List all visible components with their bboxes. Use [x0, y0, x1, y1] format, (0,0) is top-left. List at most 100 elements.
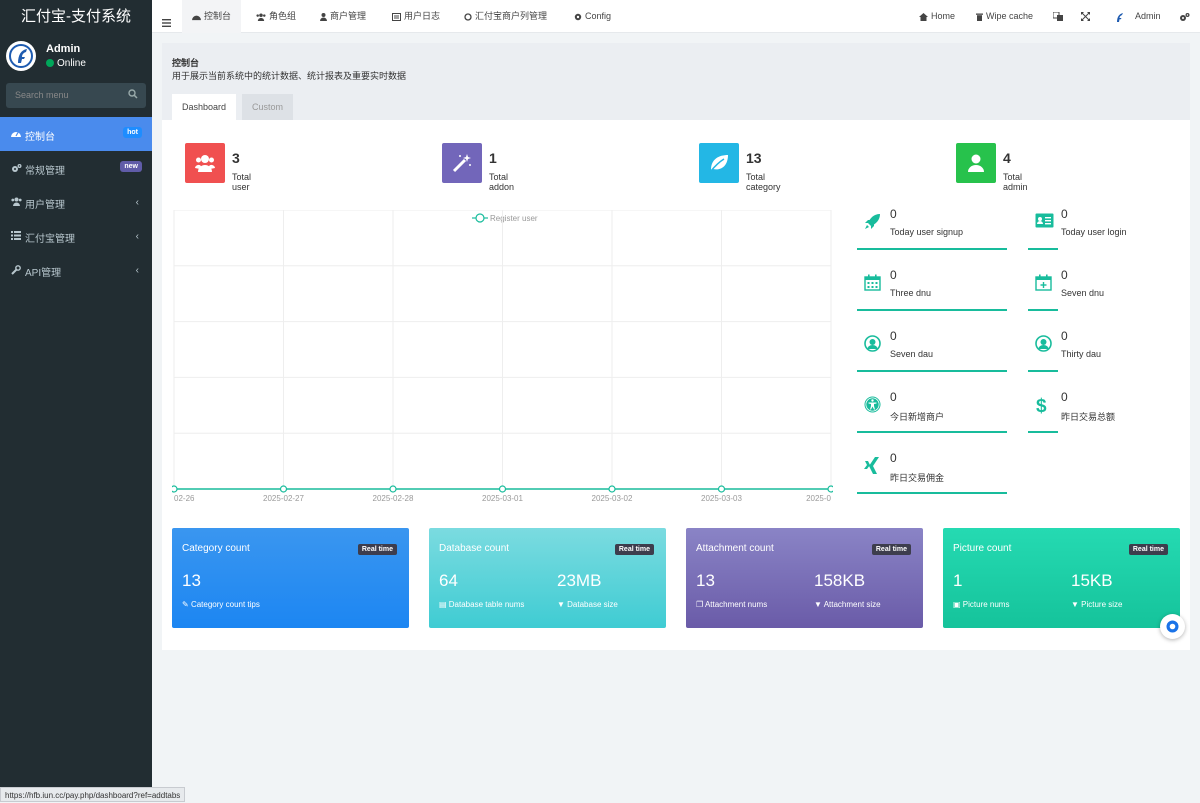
- mini-stat-new-merchants: 0 今日新增商户: [857, 388, 1007, 433]
- card-subtitle-text: Attachment nums: [704, 600, 768, 609]
- tab-user-log[interactable]: 用户日志: [392, 0, 440, 33]
- sidebar-item-general[interactable]: 常规管理 new: [0, 151, 152, 185]
- tab-dashboard-panel[interactable]: Dashboard: [172, 94, 237, 120]
- avatar[interactable]: [6, 41, 36, 71]
- sidebar-item-dashboard[interactable]: 控制台 hot: [0, 117, 152, 151]
- mini-stat-label: Three dnu: [890, 288, 932, 298]
- fullscreen-button[interactable]: [1081, 0, 1093, 33]
- language-button[interactable]: [1053, 0, 1066, 33]
- floating-chat-button[interactable]: [1160, 614, 1185, 639]
- data-point: [279, 485, 288, 493]
- universal-access-icon: [864, 396, 881, 413]
- stat-value: 1: [489, 150, 497, 166]
- search-icon[interactable]: [128, 89, 138, 99]
- tab-dashboard[interactable]: 控制台: [182, 0, 242, 33]
- tab-label: 控制台: [204, 11, 232, 21]
- card-title: Category count: [182, 543, 250, 554]
- mini-stat-today-login: 0 Today user login: [1028, 205, 1178, 250]
- mini-stat-label: 昨日交易佣金: [890, 473, 945, 483]
- vcard-icon: [1035, 213, 1054, 228]
- users-icon: [195, 155, 215, 172]
- chart-grid: [173, 210, 832, 490]
- card-subtitle-text: Category count tips: [190, 600, 260, 609]
- topbar: 控制台 角色组 商户管理 用户日志 汇付宝商户列管理 Config Home W…: [152, 0, 1200, 33]
- card-value: 1: [953, 571, 963, 590]
- mini-stat-label: 昨日交易总额: [1061, 412, 1116, 422]
- dollar-icon: $: [1035, 396, 1049, 415]
- admin-menu[interactable]: Admin: [1112, 0, 1161, 33]
- x-tick-label: 2025-03-03: [701, 494, 742, 503]
- mini-stat-three-dnu: 0 Three dnu: [857, 266, 1007, 311]
- tab-custom-panel[interactable]: Custom: [242, 94, 294, 120]
- circle-o-icon: [464, 12, 472, 21]
- files-icon: ❐: [696, 600, 705, 609]
- admin-name: Admin: [1135, 11, 1161, 21]
- rocket-icon: [864, 213, 881, 230]
- card-value-secondary: 15KB: [1071, 571, 1113, 590]
- menu-toggle-button[interactable]: [162, 0, 174, 33]
- dashboard-icon: [11, 129, 21, 138]
- dashboard-icon: [192, 13, 201, 21]
- card-subtitle-text: Picture size: [1081, 600, 1123, 609]
- sidebar-menu: 控制台 hot 常规管理 new 用户管理 ‹ 汇付宝管理 ‹ API管理 ‹: [0, 117, 152, 287]
- stat-icon-box: [956, 143, 996, 183]
- x-tick-label: 2025-03-02: [592, 494, 633, 503]
- chart-legend[interactable]: Register user: [472, 213, 538, 223]
- list-alt-icon: [392, 12, 401, 21]
- leaf-icon: [709, 155, 728, 173]
- card-value: 13: [696, 571, 715, 590]
- page-title: 控制台: [172, 58, 200, 68]
- svg-text:$: $: [1036, 396, 1047, 415]
- wrench-icon: [11, 265, 21, 275]
- sidebar-item-hfb[interactable]: 汇付宝管理 ‹: [0, 219, 152, 253]
- mini-stat-label: Today user login: [1061, 227, 1127, 237]
- magic-icon: ✎: [182, 600, 191, 609]
- mini-stat-label: Seven dau: [890, 349, 934, 359]
- realtime-badge: Real time: [1128, 544, 1168, 555]
- tab-roles[interactable]: 角色组: [256, 0, 296, 33]
- app-logo[interactable]: 汇付宝-支付系统: [0, 0, 152, 33]
- home-icon: [919, 12, 928, 21]
- filter-icon: ▼: [814, 600, 824, 609]
- users-icon: [11, 197, 22, 206]
- home-link[interactable]: Home: [919, 0, 955, 33]
- sidebar-item-users[interactable]: 用户管理 ‹: [0, 185, 152, 219]
- language-icon: [1053, 12, 1063, 22]
- card-subtitle-text: Database table nums: [448, 600, 525, 609]
- home-label: Home: [931, 11, 956, 21]
- x-tick-label: 2025-0: [806, 494, 831, 503]
- wipe-cache-button[interactable]: Wipe cache: [976, 0, 1033, 33]
- sidebar-item-api[interactable]: API管理 ‹: [0, 253, 152, 287]
- mini-stat-value: 0: [890, 451, 897, 465]
- mini-stat-value: 0: [1061, 207, 1068, 221]
- tab-config[interactable]: Config: [574, 0, 611, 33]
- sidebar-item-label: 用户管理: [25, 200, 65, 211]
- card-subtitle-text: Attachment size: [823, 600, 881, 609]
- user-panel: Admin Online: [0, 33, 152, 83]
- search-box[interactable]: Search menu: [6, 83, 146, 108]
- stat-label: Total user: [232, 172, 252, 192]
- mini-stat-today-signup: 0 Today user signup: [857, 205, 1007, 250]
- image-icon: ▣: [953, 600, 963, 609]
- legend-label: Register user: [490, 214, 538, 223]
- calendar-plus-icon: [1035, 274, 1052, 291]
- card-value-secondary: 158KB: [814, 571, 866, 590]
- card-value-secondary: 23MB: [557, 571, 602, 590]
- stat-label: Total admin: [1003, 172, 1028, 192]
- filter-icon: ▼: [1071, 600, 1082, 609]
- tab-hfb-merchants[interactable]: 汇付宝商户列管理: [464, 0, 547, 33]
- users-icon: [256, 13, 266, 21]
- search-input[interactable]: Search menu: [15, 90, 69, 100]
- user-name: Admin: [46, 43, 81, 55]
- page-header: 控制台 用于展示当前系统中的统计数据、统计报表及重要实时数据 Dashboard…: [162, 43, 1190, 120]
- mini-stat-value: 0: [1061, 329, 1068, 343]
- tab-label: 汇付宝商户列管理: [475, 11, 548, 21]
- tab-label: 用户日志: [404, 11, 441, 21]
- register-user-chart[interactable]: Register user 02-26 2025-02-27 2025-02-28 2…: [172, 210, 833, 510]
- user-icon: [320, 12, 327, 21]
- settings-button[interactable]: [1179, 0, 1193, 33]
- mini-stat-value: 0: [890, 268, 897, 282]
- card-title: Attachment count: [696, 543, 774, 554]
- tab-merchants[interactable]: 商户管理: [320, 0, 366, 33]
- card-subtitle: ▣ Picture nums: [953, 600, 1009, 609]
